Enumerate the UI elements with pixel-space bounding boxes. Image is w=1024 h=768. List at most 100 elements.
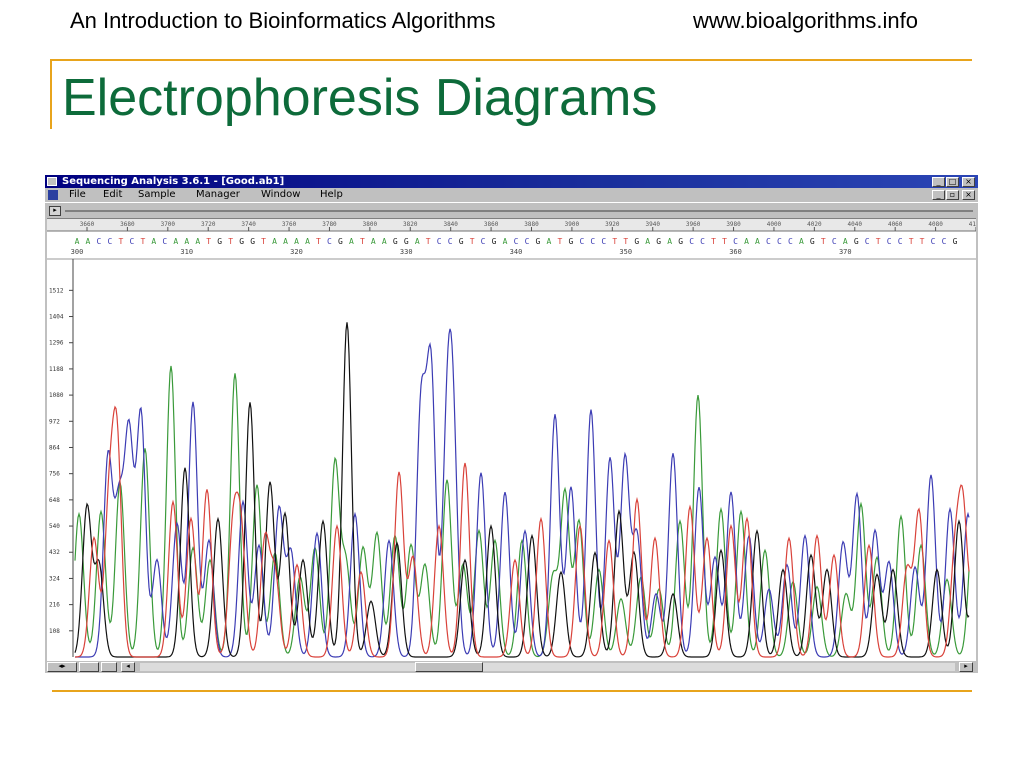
base-call: C: [437, 237, 442, 246]
document-icon[interactable]: [48, 190, 58, 200]
menu-sample[interactable]: Sample: [138, 188, 176, 202]
base-call: G: [536, 237, 541, 246]
doc-minimize-icon[interactable]: _: [932, 190, 945, 200]
scan-ruler-label: 3820: [403, 221, 418, 228]
base-call: A: [173, 237, 178, 246]
scan-ruler-label: 3880: [524, 221, 539, 228]
base-call: G: [492, 237, 497, 246]
trace-T: [75, 405, 970, 658]
base-call: C: [448, 237, 453, 246]
base-call: A: [86, 237, 91, 246]
scan-ruler-label: 3720: [201, 221, 216, 228]
menu-manager[interactable]: Manager: [196, 188, 240, 202]
base-position-label: 350: [619, 248, 632, 256]
scroll-zoom-control[interactable]: ◂▸: [47, 662, 77, 672]
menu-window[interactable]: Window: [261, 188, 300, 202]
base-call: C: [327, 237, 332, 246]
y-tick-label: 1512: [49, 287, 64, 294]
base-call: G: [810, 237, 815, 246]
scroll-thumb[interactable]: [415, 662, 483, 672]
base-call: T: [557, 237, 562, 246]
base-call: C: [777, 237, 782, 246]
base-call: T: [228, 237, 233, 246]
scroll-button-b[interactable]: [101, 662, 117, 672]
base-position-label: 370: [839, 248, 852, 256]
base-call: C: [108, 237, 113, 246]
close-icon[interactable]: ×: [962, 177, 975, 187]
trace-G: [74, 322, 970, 658]
base-position-label: 340: [510, 248, 523, 256]
base-call: A: [744, 237, 749, 246]
scan-ruler-label: 3700: [161, 221, 176, 228]
top-divider: [52, 59, 972, 61]
base-call: A: [799, 237, 804, 246]
minimize-icon[interactable]: _: [932, 177, 945, 187]
scan-ruler-label: 4000: [767, 221, 782, 228]
base-call: T: [470, 237, 475, 246]
base-call: C: [700, 237, 705, 246]
base-position-label: 310: [180, 248, 193, 256]
base-call: C: [97, 237, 102, 246]
scan-ruler-label: 3800: [363, 221, 378, 228]
base-call: T: [140, 237, 145, 246]
scan-ruler-label: 3780: [322, 221, 337, 228]
base-call: A: [755, 237, 760, 246]
scroll-button-a[interactable]: [79, 662, 99, 672]
base-call: C: [481, 237, 486, 246]
scan-ruler-label: 3740: [241, 221, 256, 228]
scan-ruler-label: 3900: [565, 221, 580, 228]
base-call: G: [250, 237, 255, 246]
window-titlebar[interactable]: Sequencing Analysis 3.6.1 - [Good.ab1] _…: [45, 175, 978, 188]
scan-ruler-label: 4020: [807, 221, 822, 228]
base-call: A: [667, 237, 672, 246]
scan-ruler-label: 3940: [646, 221, 661, 228]
base-call: C: [601, 237, 606, 246]
base-call: C: [942, 237, 947, 246]
maximize-icon[interactable]: □: [946, 177, 959, 187]
menu-help[interactable]: Help: [320, 188, 343, 202]
base-call: C: [766, 237, 771, 246]
base-call: T: [206, 237, 211, 246]
horizontal-scrollbar[interactable]: ◂▸ ◂ ▸: [45, 661, 978, 673]
app-icon: [47, 177, 57, 186]
base-call: C: [788, 237, 793, 246]
base-call: T: [920, 237, 925, 246]
base-call: T: [909, 237, 914, 246]
base-call: T: [316, 237, 321, 246]
electropherogram-panel: 3660 3680 3700 3720 3740 3760 3780 3800 3820 3840…: [47, 218, 978, 662]
base-call: C: [832, 237, 837, 246]
left-divider: [50, 59, 52, 129]
base-call: G: [459, 237, 464, 246]
base-call: A: [382, 237, 387, 246]
menu-file[interactable]: File: [69, 188, 86, 202]
base-call: G: [953, 237, 958, 246]
bottom-divider: [52, 690, 972, 692]
scan-ruler-label: 3860: [484, 221, 499, 228]
scan-ruler-label: 3660: [80, 221, 95, 228]
toolbar-button[interactable]: ▸: [49, 206, 61, 216]
base-call: T: [876, 237, 881, 246]
base-call: T: [118, 237, 123, 246]
scroll-left-icon[interactable]: ◂: [121, 662, 135, 672]
base-call: G: [568, 237, 573, 246]
base-position-label: 300: [71, 248, 84, 256]
y-tick-label: 864: [49, 444, 60, 451]
base-call: T: [623, 237, 628, 246]
y-tick-label: 540: [49, 523, 60, 530]
base-call: T: [722, 237, 727, 246]
y-tick-label: 216: [49, 602, 60, 609]
scan-ruler-label: 3680: [120, 221, 135, 228]
doc-close-icon[interactable]: ×: [962, 190, 975, 200]
header-website: www.bioalgorithms.info: [693, 8, 918, 33]
trace-C: [75, 328, 970, 658]
y-tick-label: 1296: [49, 340, 64, 347]
doc-restore-icon[interactable]: ▫: [946, 190, 959, 200]
menu-edit[interactable]: Edit: [103, 188, 122, 202]
scroll-track[interactable]: [140, 663, 955, 671]
base-position-label: 320: [290, 248, 303, 256]
scroll-right-icon[interactable]: ▸: [959, 662, 973, 672]
base-call: A: [184, 237, 189, 246]
base-call: G: [854, 237, 859, 246]
base-call: C: [129, 237, 134, 246]
y-tick-label: 108: [49, 628, 60, 635]
